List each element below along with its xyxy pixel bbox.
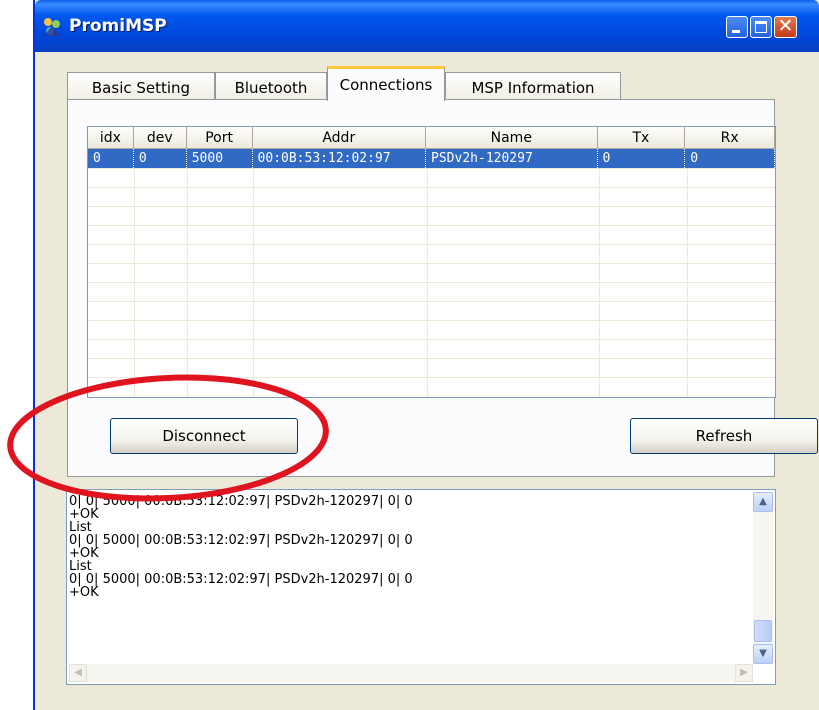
- minimize-icon: [732, 30, 740, 33]
- log-line: 0| 0| 5000| 00:0B:53:12:02:97| PSDv2h-12…: [69, 533, 413, 548]
- grid-line: [599, 149, 600, 397]
- grid-line: [88, 339, 775, 340]
- cell-port: 5000: [187, 149, 253, 168]
- grid-line: [88, 263, 775, 264]
- cell-dev: 0: [134, 149, 187, 168]
- grid-line: [253, 149, 254, 397]
- grid-line: [88, 187, 775, 188]
- scroll-left-button[interactable]: ◀: [69, 664, 87, 682]
- column-header-idx[interactable]: idx: [88, 127, 134, 149]
- column-header-port[interactable]: Port: [186, 127, 253, 149]
- scroll-up-button[interactable]: ▲: [753, 492, 773, 512]
- vertical-scrollbar[interactable]: ▲ ▼: [753, 492, 773, 664]
- column-header-dev[interactable]: dev: [133, 127, 187, 149]
- log-output[interactable]: 0| 0| 5000| 00:0B:53:12:02:97| PSDv2h-12…: [66, 489, 776, 685]
- log-line: +OK: [69, 507, 99, 522]
- tab-basic-setting[interactable]: Basic Setting: [67, 72, 215, 100]
- cell-idx: 0: [88, 149, 134, 168]
- cell-name: PSDv2h-120297: [426, 149, 598, 168]
- column-header-rx[interactable]: Rx: [685, 127, 775, 149]
- app-icon: [44, 18, 60, 36]
- window-title: PromiMSP: [69, 16, 167, 36]
- title-bar[interactable]: PromiMSP ✕: [35, 0, 819, 52]
- log-text: 0| 0| 5000| 00:0B:53:12:02:97| PSDv2h-12…: [69, 495, 749, 662]
- grid-line: [88, 358, 775, 359]
- tab-bluetooth[interactable]: Bluetooth: [215, 72, 327, 100]
- chevron-left-icon: ◀: [74, 667, 82, 678]
- grid-line: [88, 244, 775, 245]
- grid-line: [88, 168, 775, 169]
- grid-line: [427, 149, 428, 397]
- grid-line: [134, 149, 135, 397]
- grid-line: [88, 282, 775, 283]
- cell-tx: 0: [598, 149, 686, 168]
- maximize-icon: [755, 21, 767, 33]
- log-line: 0| 0| 5000| 00:0B:53:12:02:97| PSDv2h-12…: [69, 495, 413, 509]
- column-header-name[interactable]: Name: [426, 127, 598, 149]
- chevron-right-icon: ▶: [740, 667, 748, 678]
- connections-list[interactable]: idx dev Port Addr Name Tx Rx 0 0 5000 00…: [87, 126, 776, 398]
- grid-line: [88, 320, 775, 321]
- scroll-thumb[interactable]: [754, 620, 772, 642]
- connections-panel: idx dev Port Addr Name Tx Rx 0 0 5000 00…: [67, 99, 818, 477]
- grid-line: [88, 206, 775, 207]
- cell-addr: 00:0B:53:12:02:97: [253, 149, 427, 168]
- cell-rx: 0: [685, 149, 775, 168]
- log-line: +OK: [69, 585, 99, 600]
- chevron-down-icon: ▼: [759, 648, 767, 659]
- chevron-up-icon: ▲: [759, 496, 767, 507]
- log-line: 0| 0| 5000| 00:0B:53:12:02:97| PSDv2h-12…: [69, 572, 413, 587]
- maximize-button[interactable]: [750, 16, 772, 38]
- grid-line: [88, 225, 775, 226]
- horizontal-scrollbar[interactable]: ◀ ▶: [69, 664, 753, 682]
- log-line: +OK: [69, 546, 99, 561]
- grid-line: [187, 149, 188, 397]
- table-row[interactable]: 0 0 5000 00:0B:53:12:02:97 PSDv2h-120297…: [88, 149, 775, 168]
- refresh-button[interactable]: Refresh: [630, 418, 818, 454]
- grid-line: [88, 377, 775, 378]
- minimize-button[interactable]: [726, 16, 748, 38]
- grid-line: [687, 149, 688, 397]
- scroll-right-button[interactable]: ▶: [735, 664, 753, 682]
- close-button[interactable]: ✕: [774, 15, 797, 38]
- tab-connections[interactable]: Connections: [327, 66, 445, 101]
- tab-msp-information[interactable]: MSP Information: [445, 72, 621, 100]
- grid-line: [88, 301, 775, 302]
- list-header: idx dev Port Addr Name Tx Rx: [88, 127, 775, 149]
- column-header-addr[interactable]: Addr: [252, 127, 427, 149]
- close-icon: ✕: [777, 15, 794, 37]
- disconnect-button[interactable]: Disconnect: [110, 418, 298, 454]
- scroll-down-button[interactable]: ▼: [753, 644, 773, 664]
- column-header-tx[interactable]: Tx: [597, 127, 686, 149]
- app-window: PromiMSP ✕ Basic Setting Bluetooth Conne…: [33, 0, 819, 710]
